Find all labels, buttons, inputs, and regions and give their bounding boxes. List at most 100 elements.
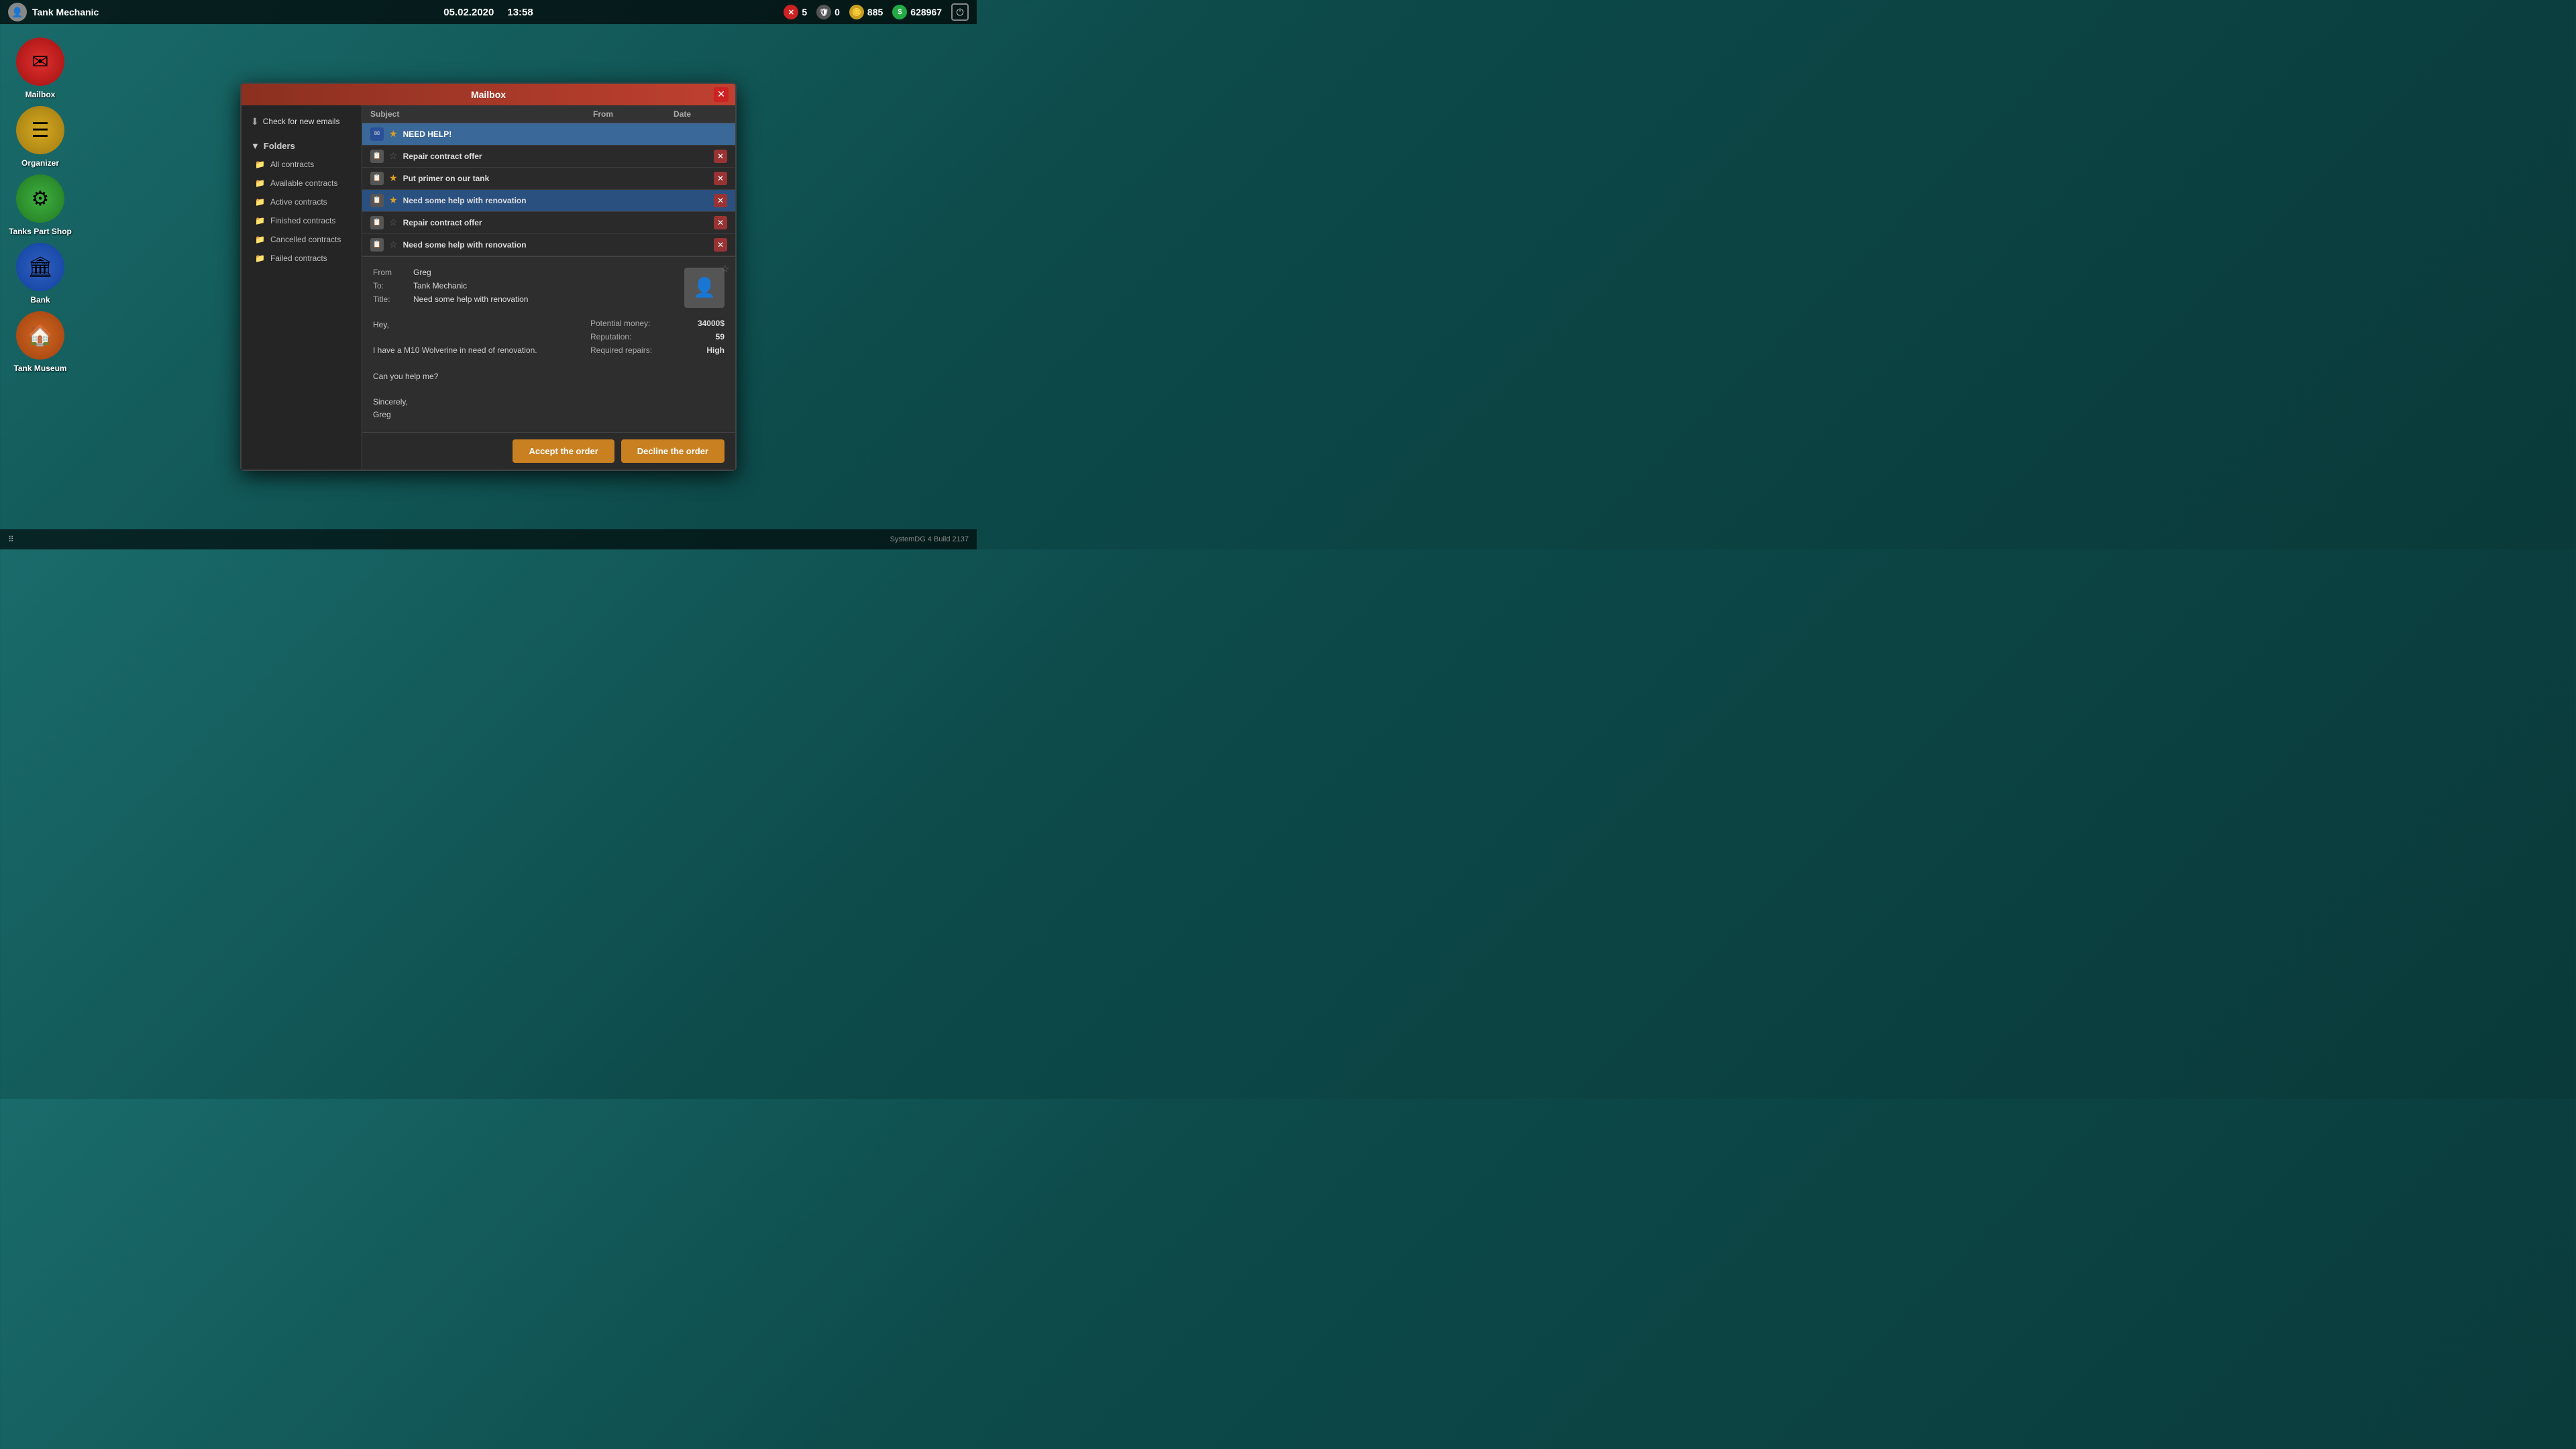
- error-count: 5: [802, 7, 807, 17]
- star-icon[interactable]: ☆: [389, 239, 398, 250]
- coins-count: 885: [867, 7, 883, 17]
- email-star-icon[interactable]: ☆: [720, 262, 730, 276]
- modal-close-button[interactable]: ✕: [714, 87, 729, 102]
- email-subject: NEED HELP!: [403, 129, 727, 139]
- email-type-icon: 📋: [370, 194, 384, 207]
- body-greeting: Hey,: [373, 319, 577, 331]
- decline-order-button[interactable]: Decline the order: [621, 439, 724, 463]
- email-meta: From Greg To: Tank Mechanic Title: Need …: [373, 268, 724, 308]
- email-delete-button[interactable]: ✕: [714, 216, 727, 229]
- email-meta-fields: From Greg To: Tank Mechanic Title: Need …: [373, 268, 671, 308]
- folder-active-contracts[interactable]: 📁 Active contracts: [241, 193, 362, 211]
- folder-failed-contracts[interactable]: 📁 Failed contracts: [241, 249, 362, 268]
- version-info: SystemDG 4 Build 2137: [890, 535, 969, 543]
- stat-repairs-row: Required repairs: High: [590, 345, 724, 355]
- list-item[interactable]: 📋 ★ Put primer on our tank ✕: [362, 168, 735, 190]
- error-icon: ✕: [784, 5, 798, 19]
- meta-from-value: Greg: [413, 268, 431, 277]
- modal-body: ⬇ Check for new emails ▼ Folders 📁 All c…: [241, 105, 735, 470]
- power-button[interactable]: ⏻: [951, 3, 969, 21]
- meta-title-label: Title:: [373, 294, 407, 304]
- check-emails-button[interactable]: ⬇ Check for new emails: [241, 112, 362, 131]
- star-icon[interactable]: ★: [389, 195, 398, 206]
- email-type-icon: 📋: [370, 172, 384, 185]
- modal-title: Mailbox: [471, 89, 506, 100]
- folder-icon: 📁: [255, 160, 265, 169]
- list-item[interactable]: 📋 ☆ Need some help with renovation ✕: [362, 234, 735, 256]
- body-closing: Sincerely,: [373, 396, 577, 409]
- email-delete-button[interactable]: ✕: [714, 150, 727, 163]
- shield-icon: 🛡: [816, 5, 831, 19]
- email-type-icon: 📋: [370, 238, 384, 252]
- folder-icon: 📁: [255, 197, 265, 207]
- email-delete-button[interactable]: ✕: [714, 194, 727, 207]
- meta-to-row: To: Tank Mechanic: [373, 281, 671, 290]
- email-subject: Need some help with renovation: [403, 196, 708, 205]
- error-count-badge: ✕ 5: [784, 5, 807, 19]
- folders-panel: ⬇ Check for new emails ▼ Folders 📁 All c…: [241, 105, 362, 470]
- mailbox-modal: Mailbox ✕ ⬇ Check for new emails ▼ Folde…: [240, 83, 737, 472]
- folder-all-contracts[interactable]: 📁 All contracts: [241, 155, 362, 174]
- email-content: From Greg To: Tank Mechanic Title: Need …: [362, 256, 735, 433]
- meta-from-row: From Greg: [373, 268, 671, 277]
- email-subject: Repair contract offer: [403, 152, 708, 161]
- coins-badge: 🪙 885: [849, 5, 883, 19]
- email-type-icon: 📋: [370, 216, 384, 229]
- player-info: 👤 Tank Mechanic: [8, 3, 99, 21]
- header-subject: Subject: [370, 109, 593, 119]
- reputation-label: Reputation:: [590, 332, 631, 341]
- modal-overlay: Mailbox ✕ ⬇ Check for new emails ▼ Folde…: [0, 24, 977, 529]
- email-subject: Repair contract offer: [403, 218, 708, 227]
- potential-money-label: Potential money:: [590, 319, 650, 328]
- email-subject: Need some help with renovation: [403, 240, 708, 250]
- email-delete-button[interactable]: ✕: [714, 172, 727, 185]
- folder-available-contracts[interactable]: 📁 Available contracts: [241, 174, 362, 193]
- email-type-icon: ✉: [370, 127, 384, 141]
- header-date: Date: [674, 109, 727, 119]
- email-body: Hey, I have a M10 Wolverine in need of r…: [373, 319, 724, 422]
- chevron-down-icon: ▼: [251, 141, 260, 151]
- zero-count: 0: [835, 7, 840, 17]
- email-text: Hey, I have a M10 Wolverine in need of r…: [373, 319, 577, 422]
- reputation-value: 59: [716, 332, 724, 341]
- date-display: 05.02.2020: [443, 7, 494, 18]
- potential-money-value: 34000$: [698, 319, 724, 328]
- body-signature: Greg: [373, 409, 577, 421]
- meta-to-label: To:: [373, 281, 407, 290]
- topbar: 👤 Tank Mechanic 05.02.2020 13:58 ✕ 5 🛡 0…: [0, 0, 977, 24]
- accept-order-button[interactable]: Accept the order: [513, 439, 614, 463]
- list-item[interactable]: 📋 ★ Need some help with renovation ✕: [362, 190, 735, 212]
- folder-finished-contracts[interactable]: 📁 Finished contracts: [241, 211, 362, 230]
- list-item[interactable]: ✉ ★ NEED HELP!: [362, 123, 735, 146]
- bottombar: ⠿ SystemDG 4 Build 2137: [0, 529, 977, 549]
- time-display: 13:58: [507, 7, 533, 18]
- email-list-header: Subject From Date: [362, 105, 735, 123]
- list-item[interactable]: 📋 ☆ Repair contract offer ✕: [362, 146, 735, 168]
- star-icon[interactable]: ★: [389, 128, 398, 140]
- meta-title-value: Need some help with renovation: [413, 294, 528, 304]
- email-subject: Put primer on our tank: [403, 174, 708, 183]
- star-icon[interactable]: ★: [389, 172, 398, 184]
- folder-icon: 📁: [255, 254, 265, 263]
- folder-cancelled-contracts[interactable]: 📁 Cancelled contracts: [241, 230, 362, 249]
- header-from: From: [593, 109, 674, 119]
- download-icon: ⬇: [251, 116, 259, 127]
- folder-icon: 📁: [255, 178, 265, 188]
- dots-icon: ⠿: [8, 535, 14, 544]
- modal-titlebar: Mailbox ✕: [241, 84, 735, 105]
- topbar-stats: ✕ 5 🛡 0 🪙 885 $ 628967 ⏻: [784, 3, 969, 21]
- star-icon[interactable]: ☆: [389, 150, 398, 162]
- money-badge: $ 628967: [892, 5, 942, 19]
- body-line1: I have a M10 Wolverine in need of renova…: [373, 344, 577, 357]
- player-avatar: 👤: [8, 3, 27, 21]
- email-delete-button[interactable]: ✕: [714, 238, 727, 252]
- list-item[interactable]: 📋 ☆ Repair contract offer ✕: [362, 212, 735, 234]
- star-icon[interactable]: ☆: [389, 217, 398, 228]
- meta-title-row: Title: Need some help with renovation: [373, 294, 671, 304]
- stat-reputation-row: Reputation: 59: [590, 332, 724, 341]
- topbar-datetime: 05.02.2020 13:58: [443, 7, 533, 18]
- zero-count-badge: 🛡 0: [816, 5, 840, 19]
- folders-header: ▼ Folders: [241, 137, 362, 155]
- meta-from-label: From: [373, 268, 407, 277]
- email-actions: Accept the order Decline the order: [362, 432, 735, 470]
